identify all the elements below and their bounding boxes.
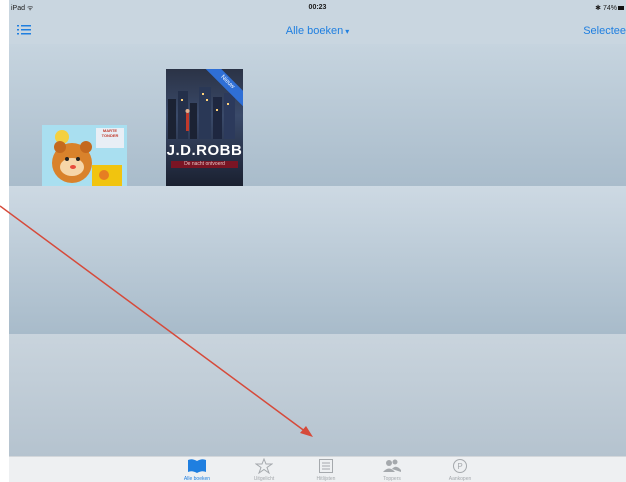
book-author-novel: J.D.ROBB [166, 142, 243, 159]
battery-indicator: ✱ 74% [595, 4, 624, 12]
bookshelf-row-3 [9, 334, 626, 456]
status-bar: iPad ᯤ 00:23 ✱ 74% [9, 0, 626, 18]
battery-icon [618, 6, 624, 11]
collection-dropdown[interactable]: Alle boeken ▾ [9, 25, 626, 37]
purchased-icon: P [453, 459, 467, 473]
svg-text:P: P [457, 462, 462, 471]
tab-bar: Alle boeken Uitgelicht Hitlijsten Topper… [9, 456, 626, 482]
select-button[interactable]: Selectee [583, 25, 626, 37]
tab-label: Aankopen [448, 476, 472, 482]
tab-label: Hitlijsten [316, 476, 336, 482]
open-book-icon [188, 459, 206, 473]
book-fineprint [180, 173, 237, 181]
battery-percent: ✱ 74% [595, 5, 617, 12]
ibooks-screen: iPad ᯤ 00:23 ✱ 74% Alle boeken ▾ Selectee [9, 0, 626, 482]
tab-label: Alle boeken [183, 476, 211, 482]
navigation-bar: Alle boeken ▾ Selectee [9, 18, 626, 44]
tab-uitgelicht[interactable]: Uitgelicht [234, 458, 294, 482]
tab-label: Toppers [383, 476, 401, 482]
book-cover-children[interactable]: MARTE TONDER [42, 125, 127, 186]
list-icon [319, 459, 333, 473]
book-cover-novel[interactable]: Nieuw J.D.ROBB De nacht ontvoerd [166, 69, 243, 186]
bookshelf-row-2 [9, 186, 626, 334]
tab-alle-boeken[interactable]: Alle boeken [167, 458, 227, 482]
tab-label: Uitgelicht [253, 476, 275, 482]
chevron-down-icon: ▾ [345, 27, 350, 36]
people-icon [383, 459, 401, 472]
tab-toppers[interactable]: Toppers [362, 458, 422, 482]
book-title-children: MARTE TONDER [96, 128, 124, 148]
star-icon [255, 458, 273, 474]
book-subtitle-novel: De nacht ontvoerd [171, 161, 238, 168]
collection-title: Alle boeken [285, 25, 344, 37]
tab-hitlijsten[interactable]: Hitlijsten [296, 458, 356, 482]
status-time: 00:23 [308, 4, 327, 11]
tab-aankopen[interactable]: P Aankopen [430, 458, 490, 482]
